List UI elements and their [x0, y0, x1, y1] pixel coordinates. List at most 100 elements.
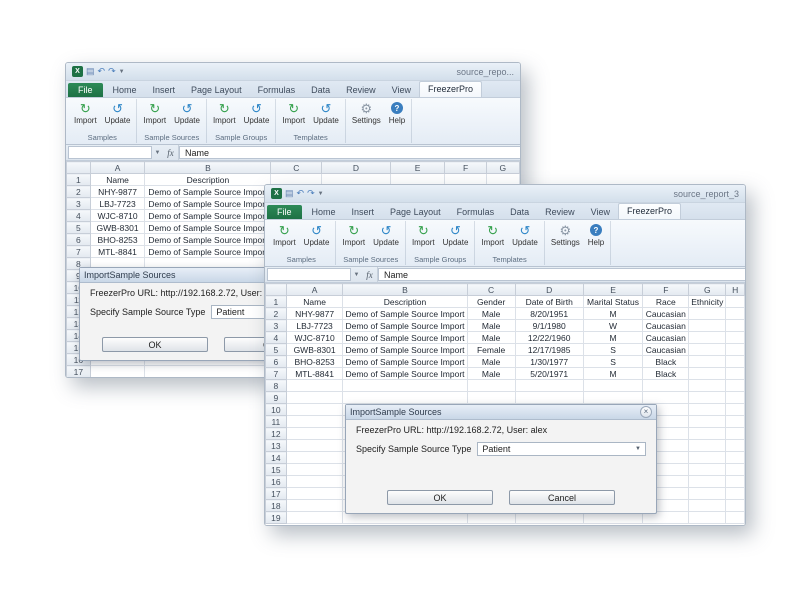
tab-page-layout[interactable]: Page Layout [382, 205, 449, 219]
select-all-corner[interactable] [66, 161, 91, 174]
cell-B6[interactable]: Demo of Sample Source Import [144, 233, 272, 246]
save-icon[interactable]: ▤ [86, 67, 95, 76]
col-header-D[interactable]: D [321, 161, 391, 174]
cell-A14[interactable] [286, 451, 344, 464]
cell-D3[interactable]: 9/1/1980 [515, 319, 584, 332]
update-button[interactable]: ↺ Update [310, 101, 342, 125]
row-header-1[interactable]: 1 [265, 295, 287, 308]
cell-D2[interactable]: 8/20/1951 [515, 307, 584, 320]
cell-F9[interactable] [642, 391, 690, 404]
cell-H3[interactable] [725, 319, 745, 332]
cell-B1[interactable]: Description [342, 295, 468, 308]
cell-A19[interactable] [286, 511, 344, 524]
row-header-2[interactable]: 2 [265, 307, 287, 320]
cell-A11[interactable] [286, 415, 344, 428]
cell-B2[interactable]: Demo of Sample Source Import [144, 185, 272, 198]
tab-freezerpro[interactable]: FreezerPro [419, 81, 483, 97]
import-button[interactable]: ↻ Import [409, 223, 438, 247]
cell-F2[interactable]: Caucasian [642, 307, 690, 320]
cell-A4[interactable]: WJC-8710 [90, 209, 146, 222]
cell-G8[interactable] [688, 379, 727, 392]
tab-page-layout[interactable]: Page Layout [183, 83, 250, 97]
cell-B2[interactable]: Demo of Sample Source Import [342, 307, 468, 320]
ok-button[interactable]: OK [102, 337, 208, 352]
select-all-corner[interactable] [265, 283, 287, 296]
col-header-A[interactable]: A [89, 161, 146, 174]
tab-view[interactable]: View [384, 83, 419, 97]
cell-C8[interactable] [467, 379, 516, 392]
cell-F4[interactable]: Caucasian [642, 331, 690, 344]
tab-insert[interactable]: Insert [344, 205, 383, 219]
cell-A4[interactable]: WJC-8710 [286, 331, 344, 344]
update-button[interactable]: ↺ Update [171, 101, 203, 125]
cell-G3[interactable] [688, 319, 727, 332]
cell-H2[interactable] [725, 307, 745, 320]
cell-E4[interactable]: M [583, 331, 644, 344]
update-button[interactable]: ↺ Update [102, 101, 134, 125]
cell-D5[interactable]: 12/17/1985 [515, 343, 584, 356]
cell-C5[interactable]: Female [467, 343, 516, 356]
row-header-1[interactable]: 1 [66, 173, 91, 186]
close-icon[interactable]: × [640, 406, 652, 418]
cell-G17[interactable] [688, 487, 727, 500]
cell-G4[interactable] [688, 331, 727, 344]
cell-E5[interactable]: S [583, 343, 644, 356]
tab-file[interactable]: File [68, 83, 103, 97]
cell-H14[interactable] [725, 451, 745, 464]
cell-A13[interactable] [286, 439, 344, 452]
cell-G10[interactable] [688, 403, 727, 416]
cell-G15[interactable] [688, 463, 727, 476]
col-header-G[interactable]: G [485, 161, 520, 174]
import-button[interactable]: ↻ Import [339, 223, 368, 247]
title-bar[interactable]: X ▤ ↶ ↷ ▼ source_repo... [66, 63, 520, 81]
row-header-7[interactable]: 7 [66, 245, 91, 258]
cell-B5[interactable]: Demo of Sample Source Import [144, 221, 272, 234]
cell-H12[interactable] [725, 427, 745, 440]
cell-G18[interactable] [688, 499, 727, 512]
update-button[interactable]: ↺ Update [301, 223, 333, 247]
cell-H19[interactable] [725, 511, 745, 524]
col-header-C[interactable]: C [270, 161, 323, 174]
cell-F7[interactable]: Black [642, 367, 690, 380]
cell-H8[interactable] [725, 379, 745, 392]
import-button[interactable]: ↻ Import [210, 101, 239, 125]
redo-icon[interactable]: ↷ [307, 189, 315, 198]
cell-D4[interactable]: 12/22/1960 [515, 331, 584, 344]
fx-icon[interactable]: fx [163, 145, 179, 160]
cell-A6[interactable]: BHO-8253 [286, 355, 344, 368]
row-header-14[interactable]: 14 [265, 451, 287, 464]
cell-F1[interactable]: Race [642, 295, 690, 308]
cell-B4[interactable]: Demo of Sample Source Import [144, 209, 272, 222]
row-header-12[interactable]: 12 [265, 427, 287, 440]
col-header-F[interactable]: F [642, 283, 690, 296]
cell-A6[interactable]: BHO-8253 [90, 233, 146, 246]
cell-A8[interactable] [286, 379, 344, 392]
redo-icon[interactable]: ↷ [108, 67, 116, 76]
col-header-F[interactable]: F [444, 161, 487, 174]
tab-insert[interactable]: Insert [145, 83, 184, 97]
row-header-3[interactable]: 3 [265, 319, 287, 332]
import-button[interactable]: ↻ Import [140, 101, 169, 125]
cell-H17[interactable] [725, 487, 745, 500]
cell-A12[interactable] [286, 427, 344, 440]
tab-home[interactable]: Home [304, 205, 344, 219]
import-button[interactable]: ↻ Import [279, 101, 308, 125]
import-button[interactable]: ↻ Import [478, 223, 507, 247]
cell-A1[interactable]: Name [90, 173, 146, 186]
cell-G14[interactable] [688, 451, 727, 464]
cell-E6[interactable]: S [583, 355, 644, 368]
cell-A7[interactable]: MTL-8841 [286, 367, 344, 380]
cell-B5[interactable]: Demo of Sample Source Import [342, 343, 468, 356]
ok-button[interactable]: OK [387, 490, 493, 505]
col-header-E[interactable]: E [389, 161, 446, 174]
update-button[interactable]: ↺ Update [241, 101, 273, 125]
cell-H6[interactable] [725, 355, 745, 368]
cell-B8[interactable] [342, 379, 468, 392]
row-header-7[interactable]: 7 [265, 367, 287, 380]
cell-E9[interactable] [583, 391, 644, 404]
cell-C2[interactable]: Male [467, 307, 516, 320]
help-button[interactable]: ? Help [386, 101, 408, 125]
cell-E8[interactable] [583, 379, 644, 392]
settings-button[interactable]: ⚙ Settings [548, 223, 583, 247]
cell-A5[interactable]: GWB-8301 [90, 221, 146, 234]
